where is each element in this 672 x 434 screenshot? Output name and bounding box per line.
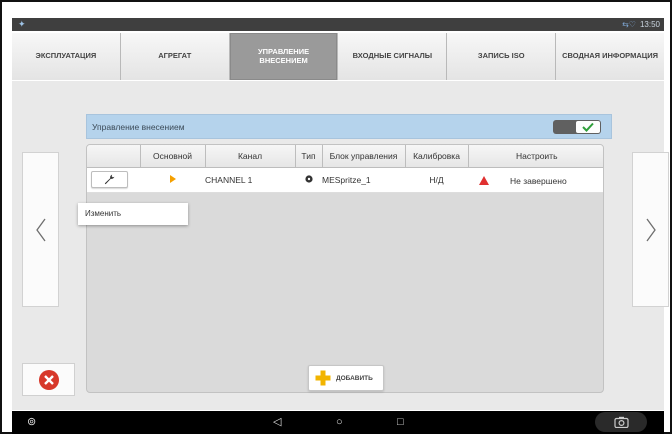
chevron-left-icon — [35, 218, 46, 241]
main-area: Управление внесением Основной Канал Тип — [12, 81, 669, 410]
checkmark-icon — [582, 122, 594, 132]
context-menu: Изменить — [78, 203, 188, 225]
header-actions — [87, 145, 141, 168]
panel-title: Управление внесением — [92, 122, 185, 132]
tab-input-signals[interactable]: ВХОДНЫЕ СИГНАЛЫ — [338, 33, 448, 80]
assistant-icon[interactable]: ⊚ — [27, 416, 36, 429]
controller-type-icon — [304, 174, 313, 183]
header-setup: Настроить — [468, 145, 603, 168]
recents-icon[interactable]: □ — [397, 416, 404, 429]
close-icon — [38, 369, 59, 390]
cell-setup: Не завершено — [510, 175, 567, 186]
add-button[interactable]: ДОБАВИТЬ — [308, 365, 384, 391]
screenshot-button[interactable] — [595, 412, 647, 432]
warning-icon — [479, 175, 489, 185]
add-button-label: ДОБАВИТЬ — [336, 374, 373, 382]
cell-controller: MESpritze_1 — [322, 167, 405, 193]
context-menu-edit[interactable]: Изменить — [85, 209, 121, 218]
status-bar: ✦ ⇆♡ 13:50 — [12, 18, 664, 31]
navigation-bar: ⊚ ◁ ○ □ — [12, 411, 664, 434]
tab-implement[interactable]: АГРЕГАТ — [120, 33, 230, 80]
back-icon[interactable]: ◁ — [273, 416, 281, 429]
channels-table: Основной Канал Тип Блок управления Калиб… — [87, 145, 603, 193]
chevron-right-icon — [645, 218, 656, 241]
tab-operation[interactable]: ЭКСПЛУАТАЦИЯ — [12, 33, 121, 80]
status-time: 13:50 — [639, 20, 660, 29]
tab-application-control[interactable]: УПРАВЛЕНИЕ ВНЕСЕНИЕМ — [229, 33, 339, 80]
app-window: ✦ ⇆♡ 13:50 ЭКСПЛУАТАЦИЯ АГРЕГАТ УПРАВЛЕНИ… — [0, 0, 672, 434]
enable-toggle[interactable] — [553, 120, 601, 134]
header-calibration: Калибровка — [405, 145, 469, 168]
wifi-icon: ⇆♡ — [622, 20, 636, 29]
header-primary: Основной — [140, 145, 206, 168]
wrench-icon — [104, 174, 115, 185]
cell-calibration: Н/Д — [405, 167, 468, 193]
pin-icon: ✦ — [18, 19, 26, 29]
header-controller: Блок управления — [322, 145, 406, 168]
cell-channel: CHANNEL 1 — [205, 167, 295, 193]
tab-bar: ЭКСПЛУАТАЦИЯ АГРЕГАТ УПРАВЛЕНИЕ ВНЕСЕНИЕ… — [12, 33, 664, 80]
header-channel: Канал — [205, 145, 296, 168]
panel-header: Управление внесением — [86, 114, 612, 139]
plus-icon — [315, 370, 331, 386]
tab-summary[interactable]: СВОДНАЯ ИНФОРМАЦИЯ — [556, 33, 664, 80]
edit-channel-button[interactable] — [91, 171, 128, 188]
channels-table-panel: Основной Канал Тип Блок управления Калиб… — [86, 144, 604, 393]
header-type: Тип — [295, 145, 323, 168]
previous-button[interactable] — [22, 152, 59, 307]
play-icon — [169, 174, 176, 183]
close-button[interactable] — [22, 363, 75, 396]
table-header-row: Основной Канал Тип Блок управления Калиб… — [87, 145, 603, 168]
table-row[interactable]: CHANNEL 1 MESpritze_1 Н/Д Не завершено — [87, 167, 603, 193]
home-icon[interactable]: ○ — [336, 416, 343, 429]
next-button[interactable] — [632, 152, 669, 307]
tab-iso-recording[interactable]: ЗАПИСЬ ISO — [447, 33, 557, 80]
screenshot-icon — [613, 416, 629, 428]
